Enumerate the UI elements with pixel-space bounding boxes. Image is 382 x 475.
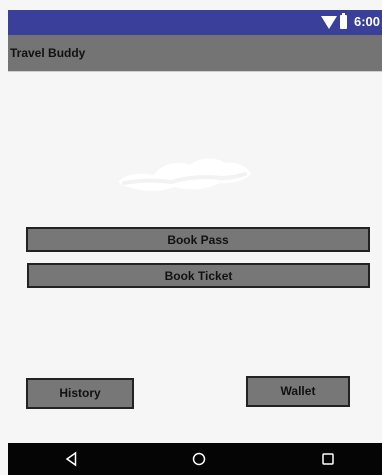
cloud-icon	[111, 152, 259, 196]
app-title: Travel Buddy	[10, 46, 86, 60]
back-triangle-icon[interactable]	[62, 450, 80, 468]
wallet-button[interactable]: Wallet	[246, 376, 350, 407]
status-bar: 6:00	[8, 10, 382, 35]
home-circle-icon[interactable]	[190, 450, 208, 468]
history-button[interactable]: History	[26, 378, 134, 409]
wifi-icon	[321, 16, 337, 29]
book-ticket-button[interactable]: Book Ticket	[27, 263, 370, 288]
recents-square-icon[interactable]	[319, 450, 337, 468]
book-pass-button[interactable]: Book Pass	[26, 227, 370, 252]
status-time: 6:00	[354, 14, 381, 29]
app-bar: Travel Buddy	[8, 35, 382, 72]
navigation-bar	[8, 443, 382, 475]
battery-icon	[340, 13, 347, 29]
